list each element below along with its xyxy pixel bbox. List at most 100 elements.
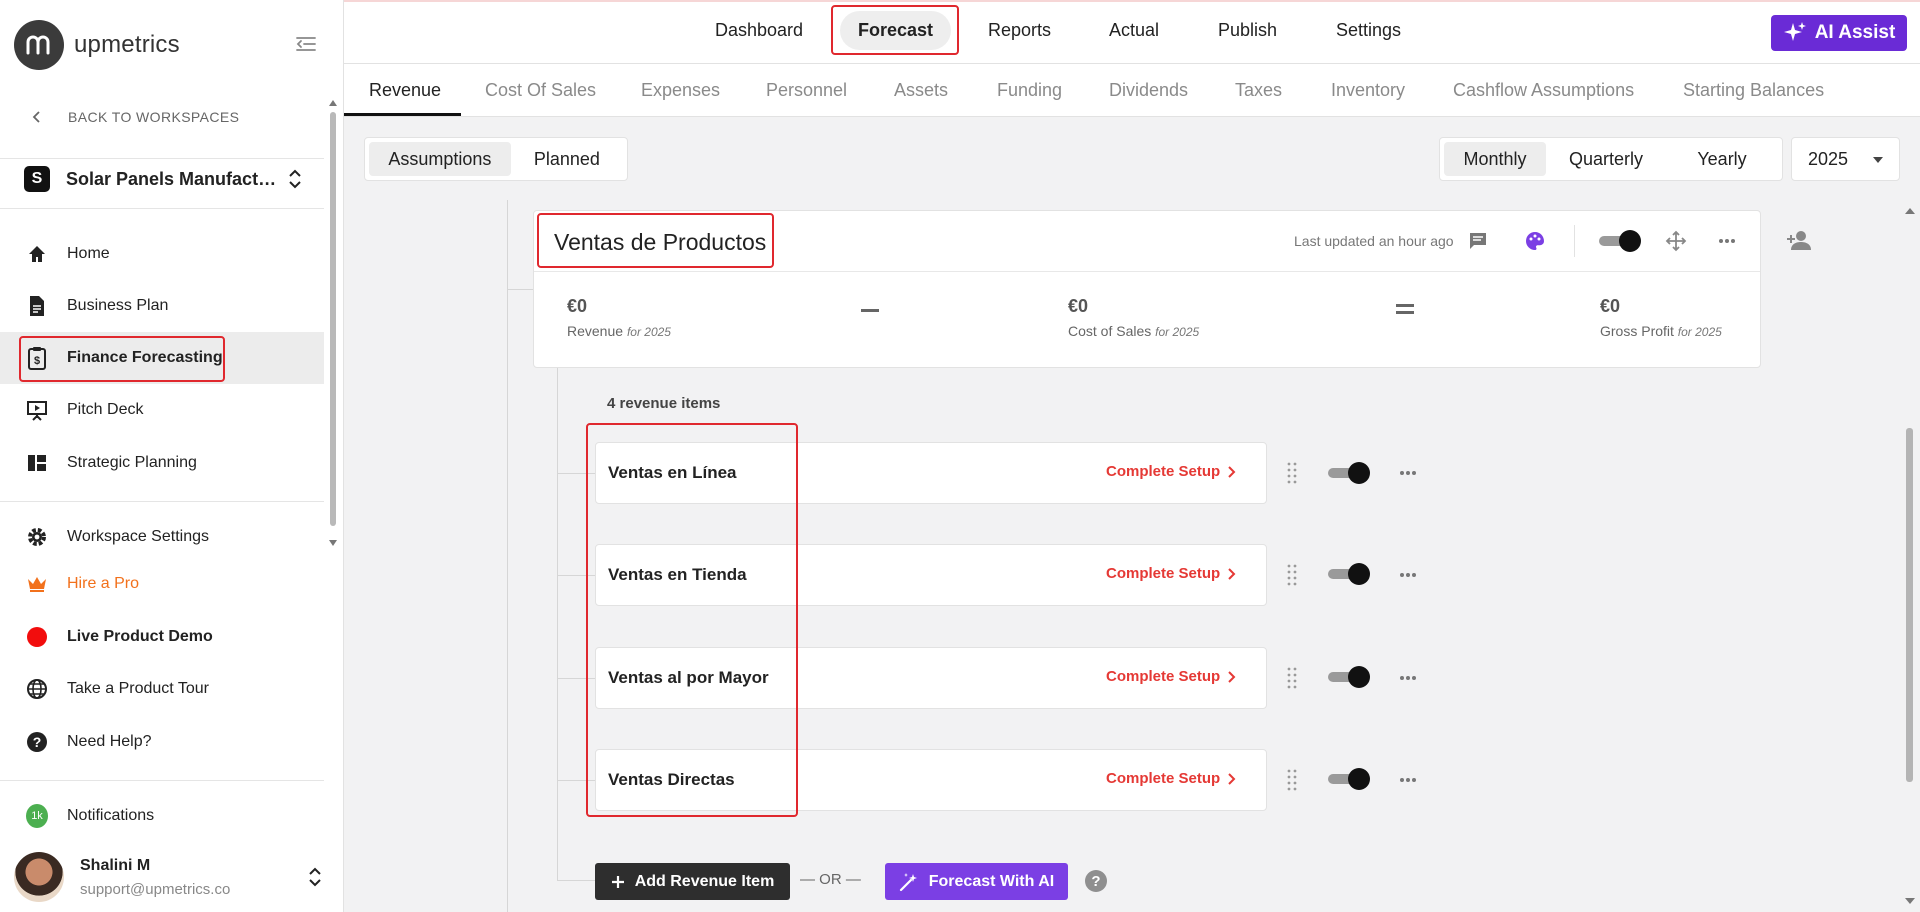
toggle-knob <box>1348 768 1370 790</box>
nav-need-help[interactable]: ? Need Help? <box>0 716 324 768</box>
nav-label: Need Help? <box>67 733 152 750</box>
user-menu[interactable]: Shalini M support@upmetrics.co <box>14 852 324 902</box>
complete-setup-link[interactable]: Complete Setup <box>1106 668 1236 685</box>
revenue-item-row[interactable]: Ventas en Línea Complete Setup <box>595 442 1267 504</box>
year-select[interactable]: 2025 <box>1791 137 1900 181</box>
nav-pitch-deck[interactable]: Pitch Deck <box>0 384 324 436</box>
subtab-assets[interactable]: Assets <box>894 80 948 101</box>
notification-count: 1k <box>26 804 48 828</box>
tree-line <box>557 473 595 474</box>
planned-button[interactable]: Planned <box>511 142 623 176</box>
nav-notifications[interactable]: 1k Notifications <box>0 790 324 842</box>
equals-operator <box>1396 304 1414 314</box>
tree-line <box>557 575 595 576</box>
complete-setup-link[interactable]: Complete Setup <box>1106 463 1236 480</box>
workspace-switcher[interactable]: S Solar Panels Manufacturing <box>24 166 304 192</box>
nav-business-plan[interactable]: Business Plan <box>0 280 324 332</box>
dashboard-grid-icon <box>26 452 48 474</box>
nav-product-tour[interactable]: Take a Product Tour <box>0 663 324 715</box>
gear-icon <box>26 526 48 548</box>
add-revenue-item-label: Add Revenue Item <box>634 872 775 890</box>
nav-label: Strategic Planning <box>67 454 197 471</box>
revenue-item-row[interactable]: Ventas al por Mayor Complete Setup <box>595 647 1267 709</box>
main-scrollbar[interactable] <box>1904 200 1916 912</box>
card-title[interactable]: Ventas de Productos <box>554 229 766 256</box>
nav-label: Business Plan <box>67 297 169 314</box>
yearly-button[interactable]: Yearly <box>1666 142 1778 176</box>
nav-home[interactable]: Home <box>0 228 324 280</box>
logo[interactable]: upmetrics <box>14 20 180 70</box>
workspace-badge: S <box>24 166 50 192</box>
back-label: BACK TO WORKSPACES <box>68 109 240 125</box>
chevron-right-icon <box>1228 567 1236 580</box>
nav-strategic-planning[interactable]: Strategic Planning <box>0 437 324 489</box>
drag-handle-icon[interactable] <box>1287 667 1297 689</box>
top-navigation: Dashboard Forecast Reports Actual Publis… <box>344 0 1920 64</box>
assumptions-button[interactable]: Assumptions <box>369 142 511 176</box>
move-icon[interactable] <box>1664 229 1688 253</box>
forecast-with-ai-button[interactable]: Forecast With AI <box>885 863 1068 900</box>
back-to-workspaces-link[interactable]: BACK TO WORKSPACES <box>28 108 239 126</box>
tab-reports[interactable]: Reports <box>988 20 1051 41</box>
subtab-personnel[interactable]: Personnel <box>766 80 847 101</box>
drag-handle-icon[interactable] <box>1287 564 1297 586</box>
complete-setup-link[interactable]: Complete Setup <box>1106 770 1236 787</box>
nav-finance-forecasting[interactable]: $ Finance Forecasting <box>0 332 324 384</box>
drag-handle-icon[interactable] <box>1287 769 1297 791</box>
item-enable-toggle[interactable] <box>1328 768 1370 790</box>
subtab-expenses[interactable]: Expenses <box>641 80 720 101</box>
subtab-cost-of-sales[interactable]: Cost Of Sales <box>485 80 596 101</box>
collapse-sidebar-icon[interactable] <box>294 34 320 58</box>
tab-dashboard[interactable]: Dashboard <box>715 20 803 41</box>
subtab-inventory[interactable]: Inventory <box>1331 80 1405 101</box>
metric-label: Cost of Sales for 2025 <box>1068 323 1199 339</box>
home-icon <box>26 243 48 265</box>
item-enable-toggle[interactable] <box>1328 462 1370 484</box>
subtab-starting-balances[interactable]: Starting Balances <box>1683 80 1824 101</box>
tab-forecast[interactable]: Forecast <box>840 11 952 50</box>
subtab-dividends[interactable]: Dividends <box>1109 80 1188 101</box>
scroll-down-arrow-icon <box>1905 898 1915 904</box>
revenue-item-row[interactable]: Ventas en Tienda Complete Setup <box>595 544 1267 606</box>
more-options-icon[interactable] <box>1399 675 1417 681</box>
comment-icon[interactable] <box>1466 229 1490 253</box>
palette-icon[interactable] <box>1523 229 1547 253</box>
complete-setup-label: Complete Setup <box>1106 770 1221 787</box>
monthly-button[interactable]: Monthly <box>1444 142 1546 176</box>
drag-handle-icon[interactable] <box>1287 462 1297 484</box>
nav-hire-a-pro[interactable]: Hire a Pro <box>0 558 324 610</box>
metric-label: Revenue for 2025 <box>567 323 671 339</box>
quarterly-button[interactable]: Quarterly <box>1546 142 1666 176</box>
tab-actual[interactable]: Actual <box>1109 20 1159 41</box>
scroll-down-arrow-icon <box>329 540 337 546</box>
more-options-icon[interactable] <box>1715 229 1739 253</box>
add-person-icon[interactable] <box>1786 230 1812 252</box>
revenue-item-row[interactable]: Ventas Directas Complete Setup <box>595 749 1267 811</box>
card-header: Ventas de Productos Last updated an hour… <box>534 211 1760 272</box>
nav-label: Workspace Settings <box>67 528 209 545</box>
revenue-item-name: Ventas Directas <box>608 770 735 789</box>
chevron-right-icon <box>1228 670 1236 683</box>
item-enable-toggle[interactable] <box>1328 666 1370 688</box>
subtab-taxes[interactable]: Taxes <box>1235 80 1282 101</box>
scrollbar-thumb[interactable] <box>330 112 336 526</box>
subtab-revenue[interactable]: Revenue <box>369 80 441 101</box>
more-options-icon[interactable] <box>1399 572 1417 578</box>
tab-publish[interactable]: Publish <box>1218 20 1277 41</box>
more-options-icon[interactable] <box>1399 777 1417 783</box>
help-icon[interactable]: ? <box>1085 870 1107 892</box>
item-enable-toggle[interactable] <box>1328 563 1370 585</box>
more-options-icon[interactable] <box>1399 470 1417 476</box>
subtab-cashflow-assumptions[interactable]: Cashflow Assumptions <box>1453 80 1634 101</box>
tree-line <box>557 880 595 881</box>
nav-workspace-settings[interactable]: Workspace Settings <box>0 511 324 563</box>
add-revenue-item-button[interactable]: Add Revenue Item <box>595 863 790 900</box>
ai-assist-button[interactable]: AI Assist <box>1771 15 1907 51</box>
tab-settings[interactable]: Settings <box>1336 20 1401 41</box>
scrollbar-thumb[interactable] <box>1906 428 1913 782</box>
card-enable-toggle[interactable] <box>1599 230 1641 252</box>
nav-live-product-demo[interactable]: Live Product Demo <box>0 611 324 663</box>
subtab-funding[interactable]: Funding <box>997 80 1062 101</box>
complete-setup-link[interactable]: Complete Setup <box>1106 565 1236 582</box>
sidebar-scrollbar[interactable] <box>328 98 338 548</box>
